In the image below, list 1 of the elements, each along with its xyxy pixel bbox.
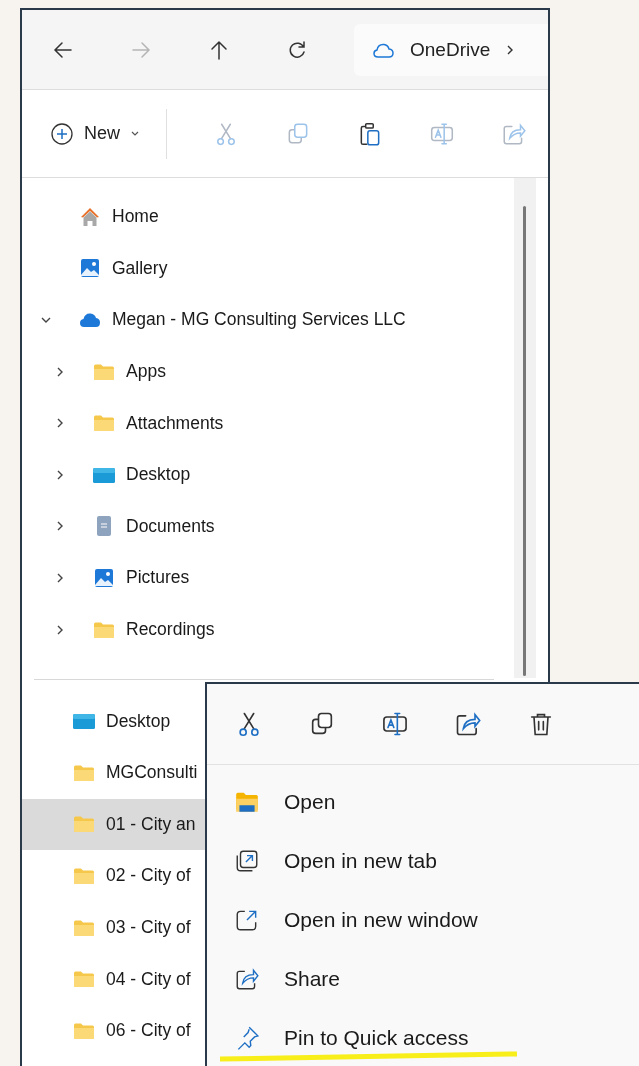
location-text: OneDrive [410,38,491,61]
